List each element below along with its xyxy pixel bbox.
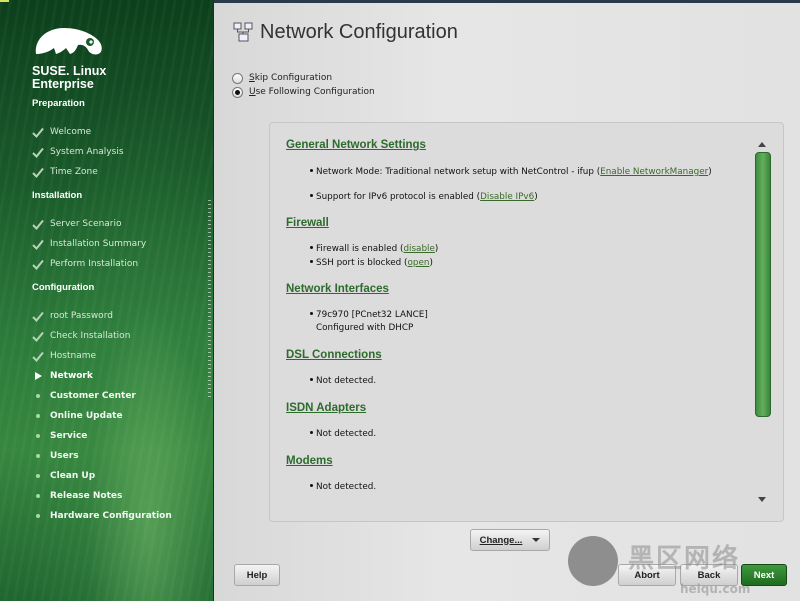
scrollbar-thumb[interactable] <box>755 152 771 417</box>
step-release-notes: Release Notes <box>31 489 122 503</box>
page-title: Network Configuration <box>260 21 458 43</box>
checkmark-icon <box>31 146 44 158</box>
help-button[interactable]: Help <box>234 564 280 586</box>
step-installation-summary: Installation Summary <box>31 237 146 251</box>
disable-ipv6-link[interactable]: Disable IPv6 <box>480 192 534 202</box>
section-preparation: Preparation <box>32 98 85 109</box>
bullet-dot-icon <box>31 490 44 502</box>
modems-link[interactable]: Modems <box>286 455 333 467</box>
bullet-dot-icon <box>31 470 44 482</box>
enable-networkmanager-link[interactable]: Enable NetworkManager <box>600 167 708 177</box>
ipv6-item: Support for IPv6 protocol is enabled (Di… <box>310 192 538 202</box>
interface-config-line: Configured with DHCP <box>316 323 414 333</box>
suse-chameleon-logo <box>35 28 102 55</box>
step-check-installation: Check Installation <box>31 329 130 343</box>
bullet-dot-icon <box>31 390 44 402</box>
step-network: Network <box>31 369 93 383</box>
section-configuration: Configuration <box>32 282 95 293</box>
open-ssh-port-link[interactable]: open <box>407 258 429 268</box>
general-network-settings-link[interactable]: General Network Settings <box>286 139 426 151</box>
checkmark-icon <box>31 166 44 178</box>
step-clean-up: Clean Up <box>31 469 95 483</box>
bullet-dot-icon <box>31 510 44 522</box>
watermark-text: 黑区网络 <box>628 544 741 574</box>
checkmark-icon <box>31 310 44 322</box>
step-system-analysis: System Analysis <box>31 145 124 159</box>
step-root-password: root Password <box>31 309 113 323</box>
step-users: Users <box>31 449 79 463</box>
step-service: Service <box>31 429 87 443</box>
watermark-logo <box>568 536 618 586</box>
sidebar-resize-grip[interactable] <box>208 200 211 400</box>
main-content: Network Configuration Skip Configuration… <box>213 0 800 601</box>
firewall-link[interactable]: Firewall <box>286 217 329 229</box>
network-mode-item: Network Mode: Traditional network setup … <box>310 167 712 177</box>
checkmark-icon <box>31 258 44 270</box>
change-dropdown-button[interactable]: Change... <box>470 529 550 551</box>
top-accent-line <box>0 0 9 2</box>
isdn-status-item: Not detected. <box>310 429 376 439</box>
step-customer-center: Customer Center <box>31 389 136 403</box>
vertical-scrollbar[interactable] <box>755 138 771 508</box>
disable-firewall-link[interactable]: disable <box>403 244 434 254</box>
step-time-zone: Time Zone <box>31 165 98 179</box>
sidebar: SUSE. Linux Enterprise Preparation Welco… <box>0 0 213 601</box>
network-summary-panel: General Network Settings Network Mode: T… <box>269 122 784 522</box>
firewall-status-item: Firewall is enabled (disable) <box>310 244 438 254</box>
network-interfaces-link[interactable]: Network Interfaces <box>286 283 389 295</box>
step-welcome: Welcome <box>31 125 91 139</box>
checkmark-icon <box>31 218 44 230</box>
bullet-dot-icon <box>31 450 44 462</box>
top-border <box>214 0 800 3</box>
ssh-port-item: SSH port is blocked (open) <box>310 258 433 268</box>
interface-item: 79c970 [PCnet32 LANCE] <box>310 310 428 320</box>
watermark-url: heiqu.com <box>680 582 751 596</box>
checkmark-icon <box>31 238 44 250</box>
checkmark-icon <box>31 350 44 362</box>
step-server-scenario: Server Scenario <box>31 217 122 231</box>
modems-status-item: Not detected. <box>310 482 376 492</box>
brand-name: SUSE. Linux Enterprise <box>32 64 107 91</box>
scroll-up-arrow-icon[interactable] <box>758 142 766 147</box>
checkmark-icon <box>31 330 44 342</box>
bullet-dot-icon <box>31 410 44 422</box>
skip-configuration-radio[interactable]: Skip Configuration <box>232 71 332 85</box>
step-hardware-configuration: Hardware Configuration <box>31 509 172 523</box>
bullet-dot-icon <box>31 430 44 442</box>
network-icon <box>233 22 253 42</box>
dsl-connections-link[interactable]: DSL Connections <box>286 349 382 361</box>
current-step-arrow-icon <box>31 370 44 382</box>
step-online-update: Online Update <box>31 409 123 423</box>
step-hostname: Hostname <box>31 349 96 363</box>
radio-unchecked-icon <box>232 72 243 84</box>
section-installation: Installation <box>32 190 83 201</box>
scroll-down-arrow-icon[interactable] <box>758 497 766 502</box>
use-following-configuration-radio[interactable]: Use Following Configuration <box>232 85 375 99</box>
dsl-status-item: Not detected. <box>310 376 376 386</box>
checkmark-icon <box>31 126 44 138</box>
chevron-down-icon <box>532 538 541 542</box>
isdn-adapters-link[interactable]: ISDN Adapters <box>286 402 366 414</box>
radio-checked-icon <box>232 86 243 98</box>
step-perform-installation: Perform Installation <box>31 257 138 271</box>
